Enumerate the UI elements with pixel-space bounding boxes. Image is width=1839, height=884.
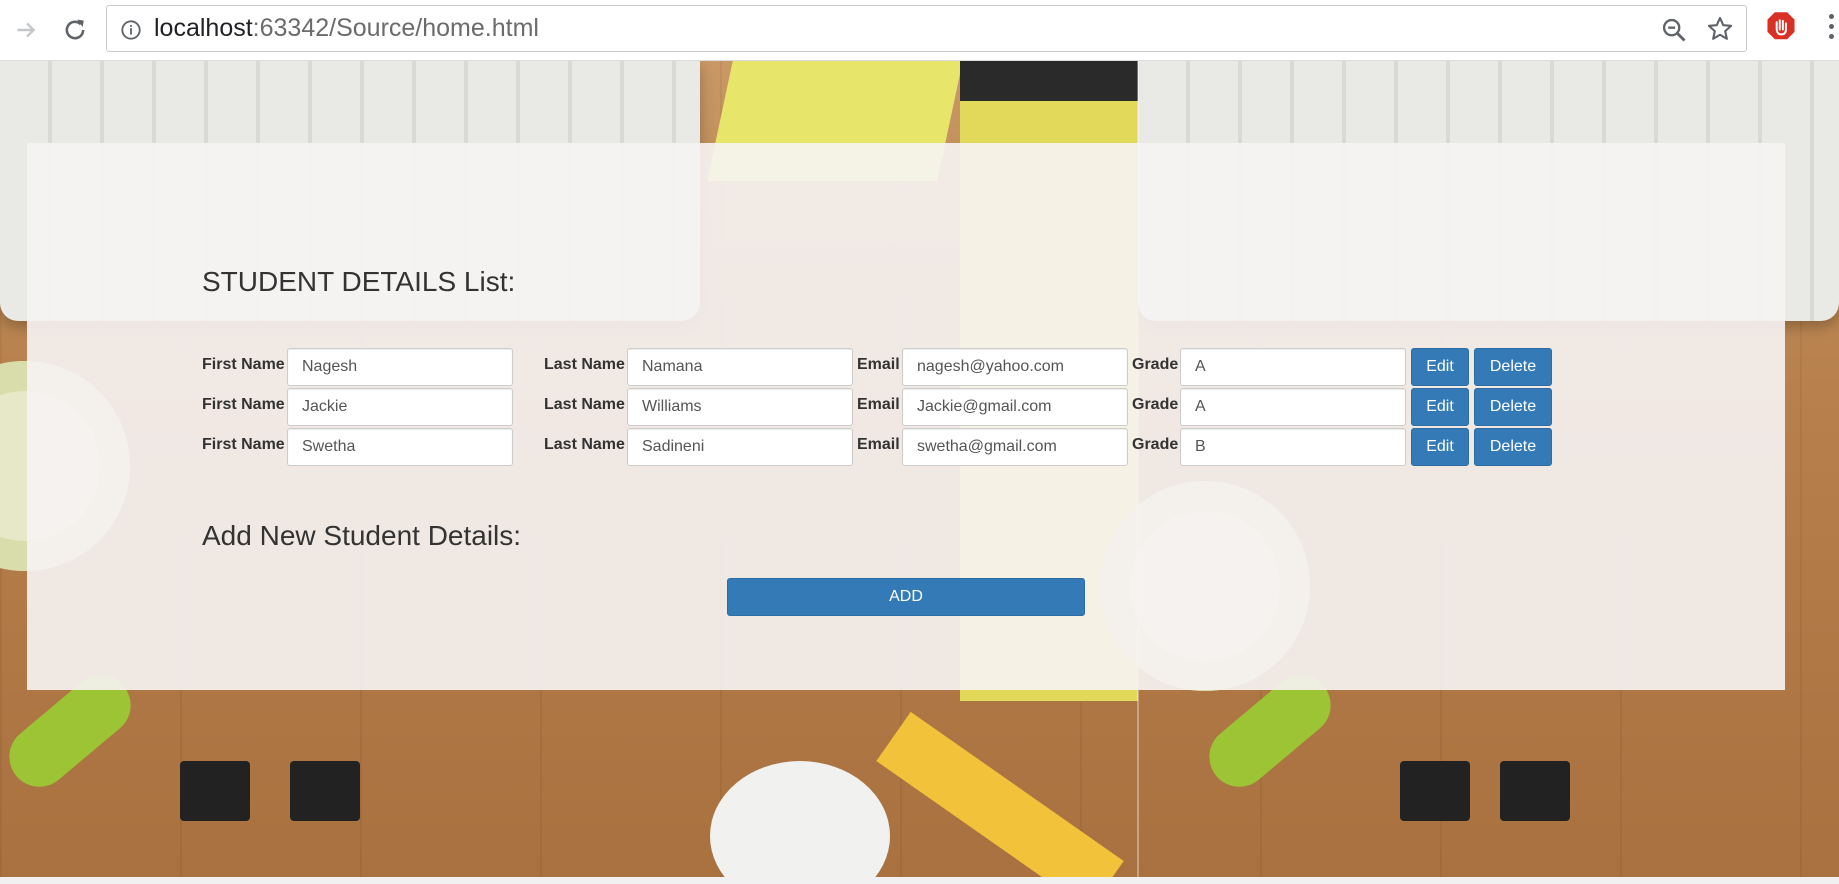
forward-arrow-icon — [17, 22, 36, 38]
email-field[interactable] — [902, 428, 1128, 466]
student-row: First Name Last Name Email Grade Edit De… — [202, 428, 1602, 466]
background-binder-clip — [180, 761, 250, 821]
first-name-label: First Name — [202, 356, 285, 373]
zoom-icon[interactable] — [1660, 16, 1688, 44]
window-bottom-edge — [0, 877, 1839, 884]
forward-button[interactable] — [4, 8, 48, 52]
last-name-label: Last Name — [544, 356, 625, 373]
grade-label: Grade — [1132, 396, 1179, 413]
background-binder-clip — [1400, 761, 1470, 821]
reload-icon — [65, 19, 85, 40]
edit-button[interactable]: Edit — [1411, 388, 1469, 426]
menu-dots-icon[interactable] — [1827, 14, 1837, 44]
page-viewport: STUDENT DETAILS List: First Name Last Na… — [0, 61, 1839, 877]
last-name-field[interactable] — [627, 428, 853, 466]
delete-button[interactable]: Delete — [1474, 428, 1552, 466]
student-row: First Name Last Name Email Grade Edit De… — [202, 388, 1602, 426]
student-row: First Name Last Name Email Grade Edit De… — [202, 348, 1602, 386]
last-name-field[interactable] — [627, 388, 853, 426]
email-field[interactable] — [902, 388, 1128, 426]
edit-button[interactable]: Edit — [1411, 348, 1469, 386]
edit-button[interactable]: Edit — [1411, 428, 1469, 466]
address-bar[interactable]: localhost:63342/Source/home.html — [106, 5, 1747, 52]
add-student-heading: Add New Student Details: — [202, 520, 522, 551]
email-label: Email — [857, 396, 900, 413]
last-name-label: Last Name — [544, 396, 625, 413]
first-name-label: First Name — [202, 436, 285, 453]
adblock-icon[interactable] — [1766, 11, 1796, 43]
last-name-field[interactable] — [627, 348, 853, 386]
first-name-field[interactable] — [287, 348, 513, 386]
grade-field[interactable] — [1180, 348, 1406, 386]
url-host: localhost — [154, 14, 253, 42]
delete-button[interactable]: Delete — [1474, 348, 1552, 386]
grade-field[interactable] — [1180, 428, 1406, 466]
grade-field[interactable] — [1180, 388, 1406, 426]
url-text[interactable]: localhost:63342/Source/home.html — [154, 6, 539, 51]
reload-button[interactable] — [53, 8, 97, 52]
delete-button[interactable]: Delete — [1474, 388, 1552, 426]
browser-toolbar: localhost:63342/Source/home.html — [0, 0, 1839, 61]
first-name-field[interactable] — [287, 428, 513, 466]
grade-label: Grade — [1132, 436, 1179, 453]
url-path: :63342/Source/home.html — [252, 14, 539, 42]
email-label: Email — [857, 356, 900, 373]
student-list-heading: STUDENT DETAILS List: — [202, 266, 516, 297]
first-name-label: First Name — [202, 396, 285, 413]
first-name-field[interactable] — [287, 388, 513, 426]
content-panel: STUDENT DETAILS List: First Name Last Na… — [27, 143, 1785, 690]
email-label: Email — [857, 436, 900, 453]
info-icon[interactable] — [120, 19, 142, 41]
grade-label: Grade — [1132, 356, 1179, 373]
background-binder-clip — [1500, 761, 1570, 821]
add-button[interactable]: ADD — [727, 578, 1085, 616]
star-icon[interactable] — [1706, 15, 1734, 43]
last-name-label: Last Name — [544, 436, 625, 453]
background-binder-clip — [290, 761, 360, 821]
email-field[interactable] — [902, 348, 1128, 386]
